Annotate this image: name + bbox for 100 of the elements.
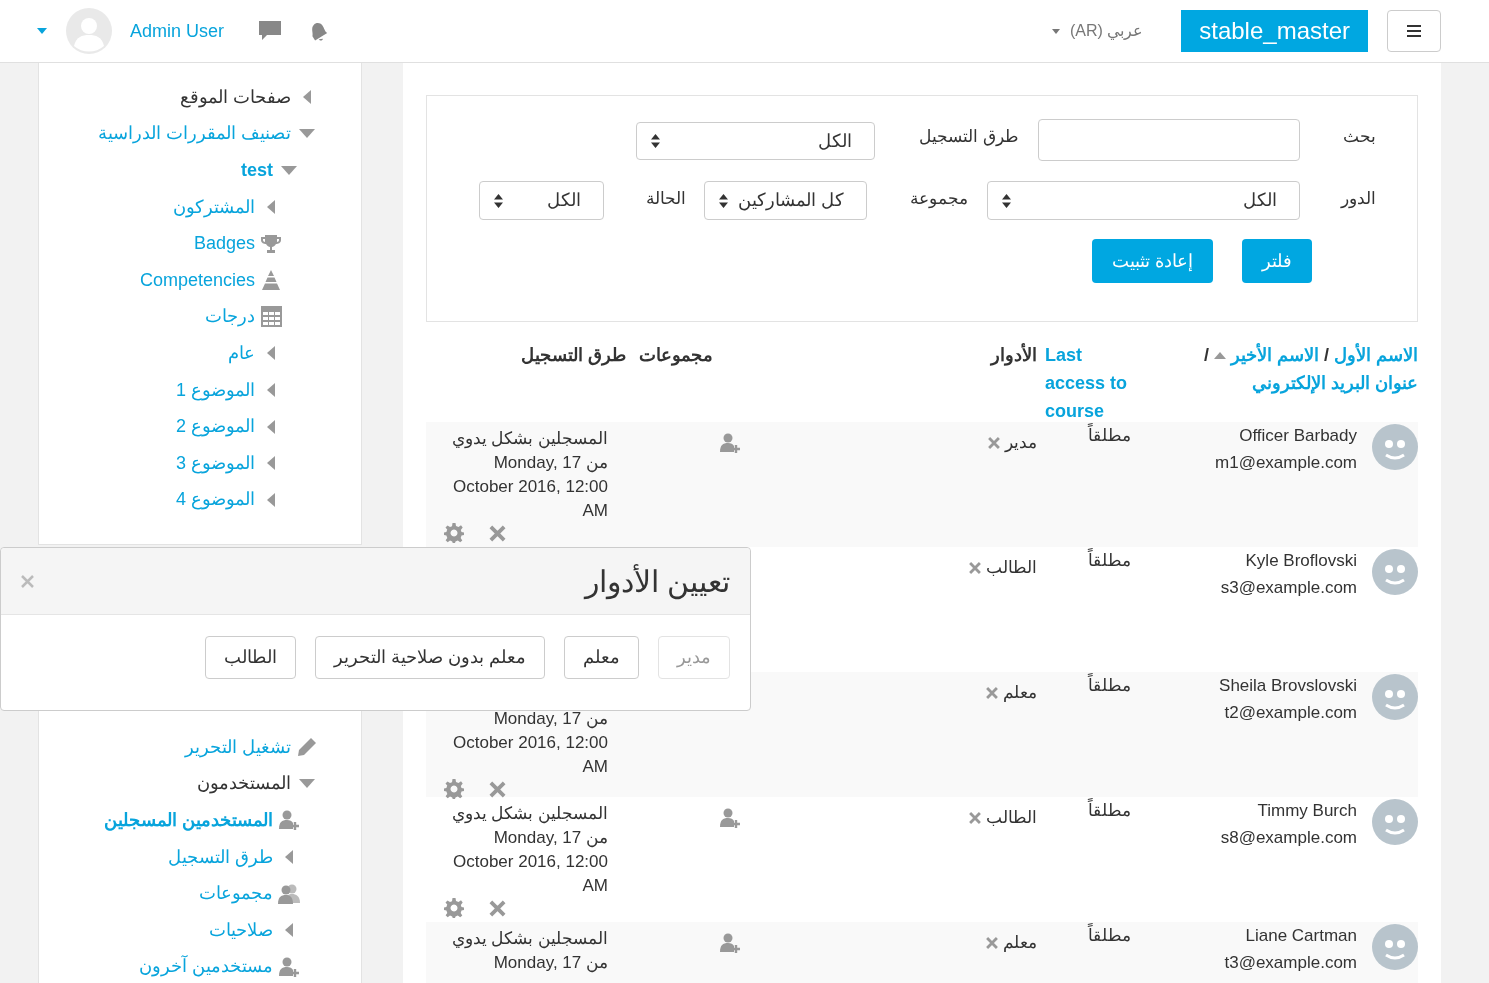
- dialog-title: تعيين الأدوار: [584, 563, 730, 602]
- nav-item[interactable]: المستخدمون: [197, 770, 291, 798]
- separator: /: [1323, 344, 1329, 367]
- field-label: مجموعة: [909, 188, 968, 211]
- role-button[interactable]: معلم: [564, 636, 639, 679]
- remove-role-icon[interactable]: [985, 685, 999, 700]
- settings-icon[interactable]: [444, 898, 464, 918]
- user-email: s3@example.com: [1220, 577, 1357, 599]
- enrolment-date: من Monday, 17 October 2016, 12:00 AM: [453, 828, 608, 895]
- user-email: m1@example.com: [1215, 452, 1357, 474]
- select-field[interactable]: كل المشاركين: [704, 181, 867, 220]
- nav-item[interactable]: Competencies: [139, 266, 255, 294]
- select-arrows-icon: [1002, 193, 1011, 208]
- enrolment-method: المسجلين بشكل يدوي: [450, 803, 608, 826]
- role-label: مدير: [1005, 432, 1037, 454]
- settings-icon[interactable]: [444, 779, 464, 799]
- column-header: الأدوار: [991, 345, 1037, 365]
- column-header: مجموعات: [639, 345, 713, 365]
- trophy-icon: [261, 233, 281, 254]
- separator: /: [1203, 344, 1209, 367]
- assign-role-icon[interactable]: [720, 432, 740, 453]
- nav-item[interactable]: Badges: [193, 230, 255, 258]
- select-field[interactable]: الكل: [987, 181, 1300, 220]
- user-name-link[interactable]: Admin User: [130, 17, 225, 45]
- role-button[interactable]: معلم بدون صلاحية التحرير: [315, 636, 545, 679]
- close-icon[interactable]: [21, 574, 34, 588]
- user-menu-caret-icon[interactable]: [37, 28, 47, 34]
- field-label: طرق التسجيل: [918, 126, 1019, 148]
- nav-item[interactable]: تشغيل التحرير: [185, 733, 291, 761]
- select-arrows-icon: [494, 193, 503, 208]
- pyramid-icon: [261, 270, 281, 291]
- sort-link[interactable]: عنوان البريد الإلكتروني: [1160, 369, 1418, 397]
- unenrol-icon[interactable]: [488, 898, 507, 918]
- select-arrows-icon: [651, 134, 660, 148]
- field-label: بحث: [1342, 126, 1376, 148]
- nav-item[interactable]: صفحات الموقع: [180, 83, 291, 111]
- search-field[interactable]: [1038, 119, 1300, 161]
- user-email: t2@example.com: [1223, 702, 1357, 724]
- nav-item[interactable]: درجات: [205, 303, 255, 331]
- user-name: Kyle Broflovski: [1244, 550, 1357, 572]
- nav-item[interactable]: الموضوع 4: [175, 486, 255, 514]
- user-name: Sheila Brovslovski: [1219, 675, 1357, 697]
- sort-link[interactable]: الاسم الأخير: [1230, 341, 1319, 369]
- unenrol-icon[interactable]: [488, 523, 507, 543]
- role-label: الطالب: [986, 557, 1037, 579]
- enrolment-date: من Monday, 17: [493, 953, 608, 972]
- filter-button[interactable]: إعادة تثبيت: [1092, 239, 1213, 283]
- menu-button[interactable]: [1387, 10, 1441, 52]
- pencil-icon: [297, 737, 317, 758]
- field-label: الدور: [1339, 188, 1376, 211]
- nav-item[interactable]: المستخدمين المسجلين: [104, 807, 273, 834]
- remove-role-icon[interactable]: [985, 935, 999, 950]
- user-email: t3@example.com: [1224, 952, 1357, 974]
- nav-item[interactable]: test: [241, 157, 273, 184]
- chat-icon: [259, 21, 282, 41]
- select-field[interactable]: الكل: [636, 122, 875, 160]
- user-name: Liane Cartman: [1244, 925, 1357, 947]
- enrolment-method: المسجلين بشكل يدوي: [450, 928, 608, 951]
- user-email: s8@example.com: [1220, 827, 1357, 849]
- remove-role-icon[interactable]: [968, 560, 982, 575]
- nav-item[interactable]: مستخدمين آخرون: [139, 953, 273, 981]
- enrolment-date: من Monday, 17 October 2016, 12:00 AM: [453, 709, 608, 776]
- role-label: الطالب: [986, 807, 1037, 829]
- nav-item[interactable]: طرق التسجيل: [168, 843, 273, 871]
- role-button[interactable]: الطالب: [205, 636, 296, 679]
- nav-item[interactable]: الموضوع 2: [175, 413, 255, 441]
- table-icon: [260, 306, 282, 328]
- assign-role-icon[interactable]: [720, 807, 740, 828]
- nav-item[interactable]: الموضوع 3: [175, 449, 255, 477]
- menu-icon: [1407, 25, 1421, 37]
- sort-link[interactable]: الاسم الأول: [1334, 341, 1418, 369]
- column-header: طرق التسجيل: [521, 345, 626, 365]
- users-icon: [278, 883, 300, 904]
- remove-role-icon[interactable]: [968, 810, 982, 825]
- enrolment-date: من Monday, 17 October 2016, 12:00 AM: [453, 453, 608, 520]
- select-arrows-icon: [719, 193, 728, 208]
- assign-role-icon[interactable]: [720, 932, 740, 953]
- unenrol-icon[interactable]: [488, 779, 507, 799]
- remove-role-icon[interactable]: [987, 435, 1001, 450]
- user-plus-icon: [279, 956, 299, 977]
- nav-item[interactable]: مجموعات: [199, 880, 273, 908]
- select-field[interactable]: الكل: [479, 181, 604, 220]
- settings-icon[interactable]: [444, 523, 464, 543]
- language-label: عربي (AR): [1069, 21, 1144, 42]
- enrolment-method: المسجلين بشكل يدوي: [450, 428, 608, 451]
- site-name-link[interactable]: stable_master: [1181, 10, 1368, 52]
- user-name: Timmy Burch: [1256, 800, 1357, 822]
- nav-item[interactable]: عام: [228, 339, 255, 367]
- role-label: معلم: [1003, 682, 1037, 704]
- filter-button[interactable]: فلتر: [1242, 239, 1312, 283]
- user-plus-icon: [279, 810, 299, 831]
- nav-item[interactable]: تصنيف المقررات الدراسية: [98, 120, 291, 148]
- field-label: الحالة: [645, 188, 686, 210]
- user-name: Officer Barbady: [1238, 425, 1357, 447]
- nav-item[interactable]: المشتركون: [173, 193, 255, 221]
- caret-down-icon: [1051, 28, 1060, 34]
- nav-item[interactable]: صلاحيات: [209, 916, 273, 944]
- nav-item[interactable]: الموضوع 1: [175, 376, 255, 404]
- role-label: معلم: [1003, 932, 1037, 954]
- language-menu[interactable]: عربي (AR): [1051, 19, 1144, 43]
